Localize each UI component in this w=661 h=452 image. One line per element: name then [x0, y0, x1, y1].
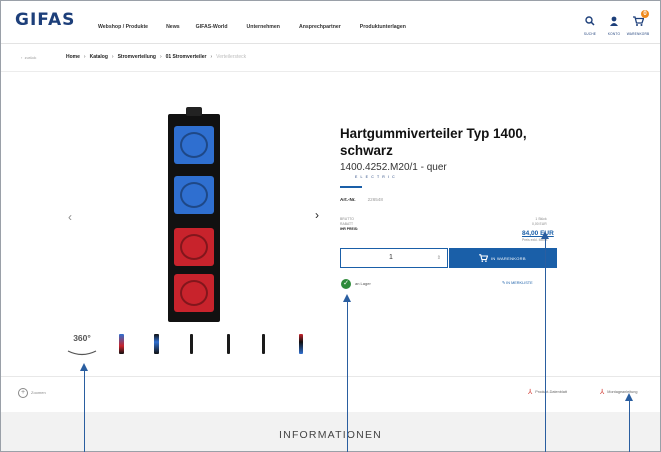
- annotation-arrow-360: [78, 363, 90, 452]
- breadcrumb-stromverteiler[interactable]: 01 Stromverteiler: [166, 54, 207, 60]
- information-heading: INFORMATIONEN: [279, 429, 382, 441]
- article-number-value: 226548: [367, 197, 383, 202]
- stock-label: an Lager: [355, 281, 371, 286]
- annotation-arrow-price: [539, 231, 551, 452]
- price-value: 84,00 EUR: [522, 230, 554, 237]
- nav-news[interactable]: News: [166, 24, 180, 30]
- search-icon: [585, 16, 595, 26]
- breadcrumb-home[interactable]: Home: [66, 54, 80, 60]
- ihr-preis-label: IHR PREIS:: [340, 227, 359, 231]
- zoom-button[interactable]: + Zoomen: [18, 388, 46, 398]
- socket-2: [174, 176, 214, 214]
- rotate-360-icon: [67, 350, 97, 356]
- cart-icon: [632, 16, 644, 26]
- stepper-icon[interactable]: ⇕: [437, 255, 441, 261]
- pdf-icon: ⅄: [600, 389, 605, 396]
- search-label: SUCHE: [583, 32, 597, 36]
- article-number: Art.-Nr. 226548: [340, 197, 383, 202]
- gallery-next-arrow[interactable]: ›: [315, 208, 319, 222]
- cart-badge: 0: [641, 10, 649, 18]
- product-subtitle: 1400.4252.M20/1 - quer: [340, 162, 447, 173]
- add-to-cart-button[interactable]: IN WARENKORB: [449, 248, 557, 268]
- nav-gifas-world[interactable]: GIFAS-World: [196, 24, 228, 30]
- logo-subtitle: ELECTRIC: [355, 175, 398, 179]
- back-link[interactable]: ‹ zurück: [21, 55, 36, 60]
- breadcrumb: Home › Katalog › Stromverteilung › 01 Stromver…: [66, 54, 247, 60]
- breadcrumb-current: Verteilersteck: [216, 54, 247, 60]
- title-accent-line: [340, 186, 362, 188]
- main-nav: Webshop / Produkte News GIFAS-World Unte…: [98, 24, 406, 30]
- wishlist-label: IN MERKLISTE: [506, 281, 533, 285]
- zoom-label: Zoomen: [31, 390, 46, 396]
- back-label: zurück: [24, 55, 37, 60]
- product-title: Hartgummiverteiler Typ 1400, schwarz: [340, 126, 527, 158]
- account-button[interactable]: KONTO: [602, 13, 626, 36]
- quantity-input[interactable]: 1 ⇕: [340, 248, 448, 268]
- cart-label: WARENKORB: [626, 32, 650, 36]
- divider: [1, 376, 660, 377]
- cable-gland: [186, 107, 202, 116]
- thumb-7[interactable]: [299, 334, 303, 354]
- wishlist-link[interactable]: ✎ IN MERKLISTE: [502, 280, 533, 285]
- plus-icon: +: [18, 388, 28, 398]
- rabatt-value: 0,00 EUR: [532, 222, 547, 226]
- annotation-arrow-stock: [341, 294, 353, 452]
- socket-4: [174, 274, 214, 312]
- pdf-icon: ⅄: [528, 389, 533, 396]
- cart-button[interactable]: WARENKORB 0: [626, 10, 650, 36]
- thumbnail-strip: 360°: [64, 330, 324, 360]
- thumb-360-label: 360°: [73, 333, 91, 343]
- price-values: 1 Stück 0,00 EUR: [532, 217, 547, 227]
- datasheet-label: Produkt-Datenblatt: [535, 390, 567, 394]
- annotation-arrow-manual: [623, 393, 635, 452]
- user-icon: [610, 16, 618, 26]
- cart-icon: [479, 254, 488, 262]
- product-image[interactable]: [168, 107, 220, 322]
- breadcrumb-katalog[interactable]: Katalog: [90, 54, 108, 60]
- thumb-6[interactable]: [262, 334, 265, 354]
- price-labels: BRUTTO RABATT IHR PREIS:: [340, 217, 358, 232]
- nav-webshop[interactable]: Webshop / Produkte: [98, 24, 148, 30]
- nav-produktunterlagen[interactable]: Produktunterlagen: [360, 24, 406, 30]
- search-button[interactable]: SUCHE: [578, 13, 602, 36]
- thumb-3[interactable]: [154, 334, 159, 354]
- gallery-prev-arrow[interactable]: ‹: [68, 210, 72, 224]
- breadcrumb-bar: ‹ zurück Home › Katalog › Stromverteilung › 01…: [1, 44, 660, 72]
- thumb-4[interactable]: [190, 334, 193, 354]
- account-label: KONTO: [607, 32, 621, 36]
- socket-3: [174, 228, 214, 266]
- site-header: GIFAS ELECTRIC Webshop / Produkte News G…: [1, 1, 660, 180]
- article-number-label: Art.-Nr.: [340, 197, 356, 202]
- thumb-5[interactable]: [227, 334, 230, 354]
- nav-ansprechpartner[interactable]: Ansprechpartner: [299, 24, 341, 30]
- check-icon: ✓: [341, 279, 351, 289]
- thumb-2[interactable]: [119, 334, 124, 354]
- nav-unternehmen[interactable]: Unternehmen: [247, 24, 280, 30]
- add-to-cart-label: IN WARENKORB: [491, 256, 526, 261]
- information-section: INFORMATIONEN: [1, 412, 660, 451]
- breadcrumb-stromverteilung[interactable]: Stromverteilung: [118, 54, 156, 60]
- logo[interactable]: GIFAS ELECTRIC: [15, 10, 395, 180]
- thumb-360[interactable]: 360°: [66, 333, 98, 361]
- socket-1: [174, 126, 214, 164]
- quantity-value: 1: [389, 254, 393, 261]
- datasheet-link[interactable]: ⅄ Produkt-Datenblatt: [528, 388, 567, 396]
- logo-text: GIFAS: [15, 10, 76, 30]
